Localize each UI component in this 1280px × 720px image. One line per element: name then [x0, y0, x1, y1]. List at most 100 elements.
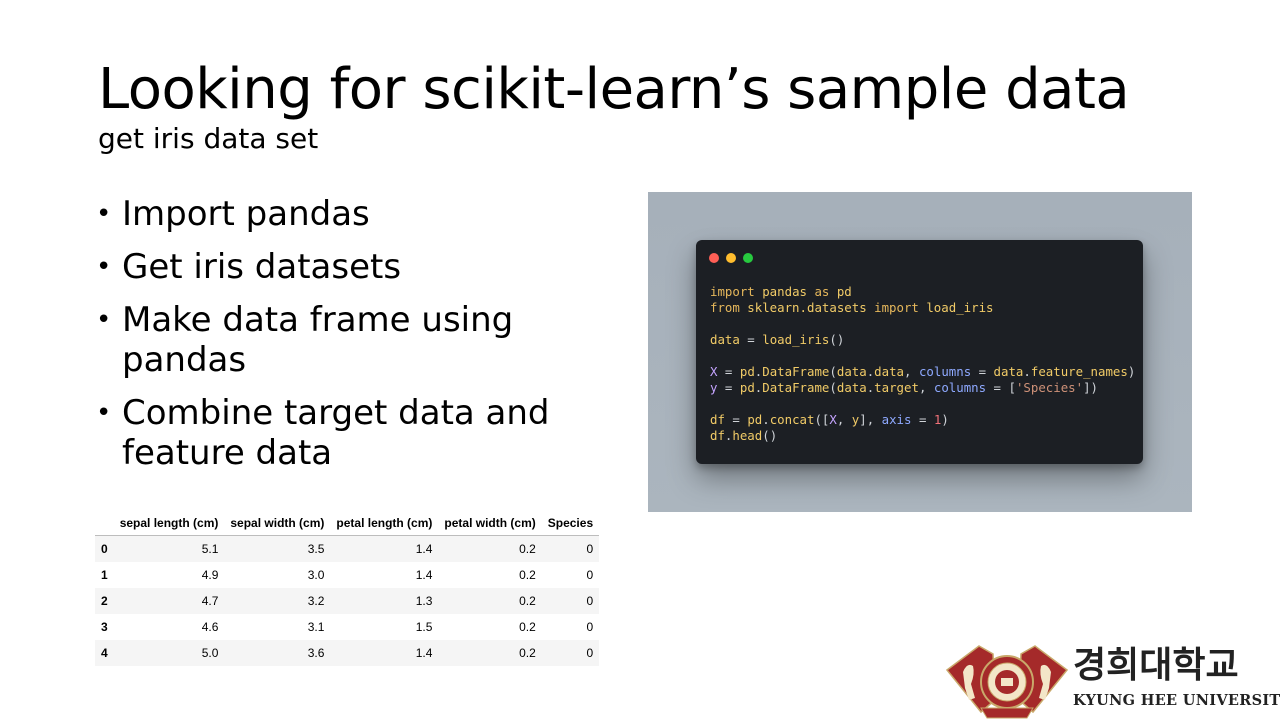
code-token: ], [859, 412, 882, 427]
minimize-dot-icon [726, 253, 736, 263]
code-line: data = load_iris() [710, 332, 1135, 348]
code-token: concat [769, 412, 815, 427]
bullet-list: Import pandas Get iris datasets Make dat… [96, 194, 576, 486]
table-cell: 0 [586, 568, 594, 582]
code-token: data [993, 364, 1024, 379]
code-token: sklearn.datasets [739, 300, 875, 315]
table-cell: 1.4 [415, 646, 433, 660]
code-line: from sklearn.datasets import load_iris [710, 300, 1135, 316]
table-cell: 0 [586, 542, 594, 556]
code-token: = [971, 364, 994, 379]
code-token: 'Species' [1015, 380, 1084, 395]
table-cell: 0.2 [519, 646, 536, 660]
column-header: petal width (cm) [438, 511, 542, 536]
code-token: = [739, 332, 763, 347]
code-token: axis [881, 412, 912, 427]
table-cell: 0.2 [519, 542, 536, 556]
code-token: ( [829, 364, 837, 379]
table-cell: 0 [586, 620, 594, 634]
code-token: = [717, 364, 740, 379]
table-cell: 1.3 [415, 594, 433, 608]
table-cell: 0.2 [519, 594, 536, 608]
row-index: 0 [101, 542, 108, 556]
code-token: = [717, 380, 740, 395]
code-line: X = pd.DataFrame(data.data, columns = da… [710, 364, 1135, 380]
code-token: ) [1127, 364, 1136, 379]
code-token: feature_names [1030, 364, 1128, 379]
code-token: , [904, 364, 919, 379]
table-cell: 0 [586, 646, 594, 660]
code-token: pd [747, 412, 763, 427]
column-header: petal length (cm) [330, 511, 439, 536]
code-token: from [710, 300, 740, 315]
university-english-name: KYUNG HEE UNIVERSITY [1073, 692, 1280, 709]
code-token: () [829, 332, 845, 347]
bullet-item: Make data frame using pandas [96, 300, 576, 380]
table-cell: 3.2 [307, 594, 325, 608]
table-row: 1 4.9 3.0 1.4 0.2 0 [95, 562, 599, 588]
row-index: 4 [101, 646, 108, 660]
code-token: , [918, 380, 934, 395]
slide-subtitle: get iris data set [98, 122, 319, 155]
code-token: = [724, 412, 748, 427]
table-cell: 5.1 [201, 542, 219, 556]
table-cell: 0 [586, 594, 594, 608]
column-header: Species [541, 511, 600, 536]
table-row: 4 5.0 3.6 1.4 0.2 0 [95, 640, 600, 666]
table-row: 2 4.7 3.2 1.3 0.2 0 [95, 588, 600, 614]
bullet-item: Import pandas [96, 194, 576, 234]
table-header-row: sepal length (cm) sepal width (cm) petal… [95, 511, 600, 536]
table-cell: 3.6 [307, 646, 325, 660]
code-token: data [836, 380, 867, 395]
window-controls [709, 253, 753, 263]
code-token: ) [941, 412, 949, 427]
code-window: import pandas as pd from sklearn.datasets… [696, 240, 1143, 464]
code-token: = [986, 380, 1009, 395]
code-token: = [911, 412, 934, 427]
code-screenshot: import pandas as pd from sklearn.datasets… [648, 192, 1192, 512]
university-crest-icon [945, 645, 1069, 719]
table-row: 3 4.6 3.1 1.5 0.2 0 [95, 614, 599, 640]
code-token: import [710, 284, 755, 299]
slide-title: Looking for scikit-learn’s sample data [98, 57, 1130, 122]
column-header: sepal width (cm) [224, 511, 331, 536]
code-line: df = pd.concat([X, y], axis = 1) [710, 412, 1135, 428]
code-token: ( [829, 380, 837, 395]
code-token: pd [739, 364, 755, 379]
maximize-dot-icon [743, 253, 753, 263]
table-cell: 4.7 [201, 594, 219, 608]
university-logo: 경희대학교 KYUNG HEE UNIVERSITY [945, 642, 1280, 719]
code-token: () [762, 428, 778, 443]
table-cell: 3.5 [307, 542, 325, 556]
code-line: import pandas as pd [710, 284, 1135, 300]
bullet-item: Combine target data and feature data [96, 393, 576, 473]
code-token: DataFrame [762, 364, 830, 379]
code-token: data [710, 332, 740, 347]
code-token: data [874, 364, 905, 379]
code-line: y = pd.DataFrame(data.target, columns = … [710, 380, 1135, 396]
code-token: ([ [814, 412, 830, 427]
row-index: 1 [101, 568, 108, 582]
code-token: . [1023, 364, 1031, 379]
code-token: df [710, 412, 725, 427]
row-index: 2 [101, 594, 108, 608]
row-index: 3 [101, 620, 108, 634]
index-header [95, 511, 114, 536]
code-token: import [874, 300, 919, 315]
code-token: ]) [1083, 380, 1098, 395]
table-cell: 4.6 [201, 620, 219, 634]
code-token: , [836, 412, 852, 427]
code-token: [ [1008, 380, 1016, 395]
code-token: as [814, 284, 830, 299]
table-cell: 5.0 [201, 646, 219, 660]
close-dot-icon [709, 253, 719, 263]
code-token: head [732, 428, 763, 443]
code-token: data [836, 364, 867, 379]
table-cell: 3.0 [307, 568, 325, 582]
table-cell: 0.2 [519, 620, 536, 634]
code-token: pandas [754, 284, 815, 299]
dataframe-table: sepal length (cm) sepal width (cm) petal… [95, 511, 600, 666]
